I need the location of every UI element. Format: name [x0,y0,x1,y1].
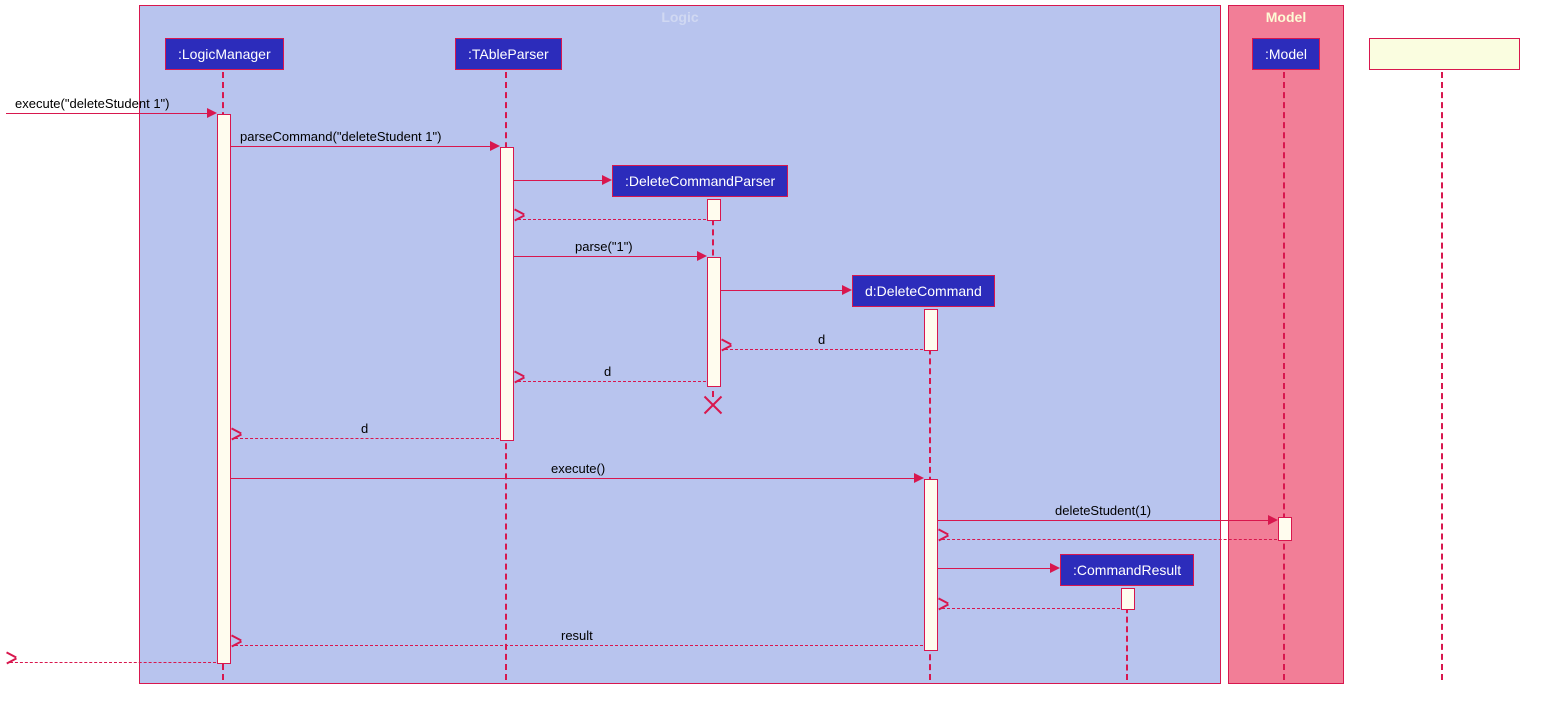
arrow-create-dc [721,290,848,291]
frame-model: Model [1228,5,1344,684]
label-m4: d [818,332,825,347]
arrowhead-m5 [514,376,524,386]
activation-dcp-2 [707,257,721,387]
participant-address-book: AddressBookParser [1369,38,1520,70]
label-m5: d [604,364,611,379]
arrow-m2 [231,146,496,147]
arrowhead-m3 [697,251,707,261]
label-m1: execute("deleteStudent 1") [15,96,170,111]
arrow-create-dcp [514,180,608,181]
frame-logic-title: Logic [140,6,1220,28]
lifeline-model [1283,72,1285,680]
arrow-return-cr [942,608,1120,609]
activation-dc-2 [924,479,938,651]
participant-command-result: :CommandResult [1060,554,1194,586]
label-m8: deleteStudent(1) [1055,503,1151,518]
arrow-m3 [514,256,703,257]
label-m2: parseCommand("deleteStudent 1") [240,129,441,144]
arrowhead-m9 [231,640,241,650]
arrowhead-m7 [914,473,924,483]
label-m7: execute() [551,461,605,476]
arrow-m4 [725,349,923,350]
arrow-m8 [938,520,1274,521]
activation-logic-manager [217,114,231,664]
participant-table-parser: :TAbleParser [455,38,562,70]
activation-dc-1 [924,309,938,351]
arrow-return-model [942,539,1277,540]
arrowhead-create-cr [1050,563,1060,573]
arrowhead-return-cr [938,603,948,613]
arrowhead-m8 [1268,515,1278,525]
arrowhead-m1 [207,108,217,118]
participant-model: :Model [1252,38,1320,70]
arrowhead-create-dc [842,285,852,295]
arrowhead-create-dcp [602,175,612,185]
arrow-return-dcp [518,219,706,220]
arrowhead-m6 [231,433,241,443]
arrow-m9 [235,645,923,646]
arrowhead-return-dcp [514,214,524,224]
participant-delete-command: d:DeleteCommand [852,275,995,307]
activation-model [1278,517,1292,541]
frame-model-title: Model [1229,6,1343,28]
arrowhead-m4 [721,344,731,354]
destroy-icon [701,393,725,417]
participant-delete-command-parser: :DeleteCommandParser [612,165,788,197]
label-m3: parse("1") [575,239,633,254]
arrow-return-caller [10,662,216,663]
arrow-create-cr [938,568,1056,569]
activation-table-parser [500,147,514,441]
frame-logic: Logic [139,5,1221,684]
arrow-m6 [235,438,499,439]
arrowhead-return-model [938,534,948,544]
sequence-diagram: Logic Model :LogicManager :TAbleParser :… [0,0,1551,701]
label-m6: d [361,421,368,436]
lifeline-address-book [1441,72,1443,680]
label-m9: result [561,628,593,643]
arrow-m1 [6,113,213,114]
arrowhead-m2 [490,141,500,151]
activation-command-result [1121,588,1135,610]
activation-dcp-1 [707,199,721,221]
arrowhead-return-caller [6,657,16,667]
arrow-m5 [518,381,706,382]
participant-logic-manager: :LogicManager [165,38,284,70]
arrow-m7 [231,478,920,479]
